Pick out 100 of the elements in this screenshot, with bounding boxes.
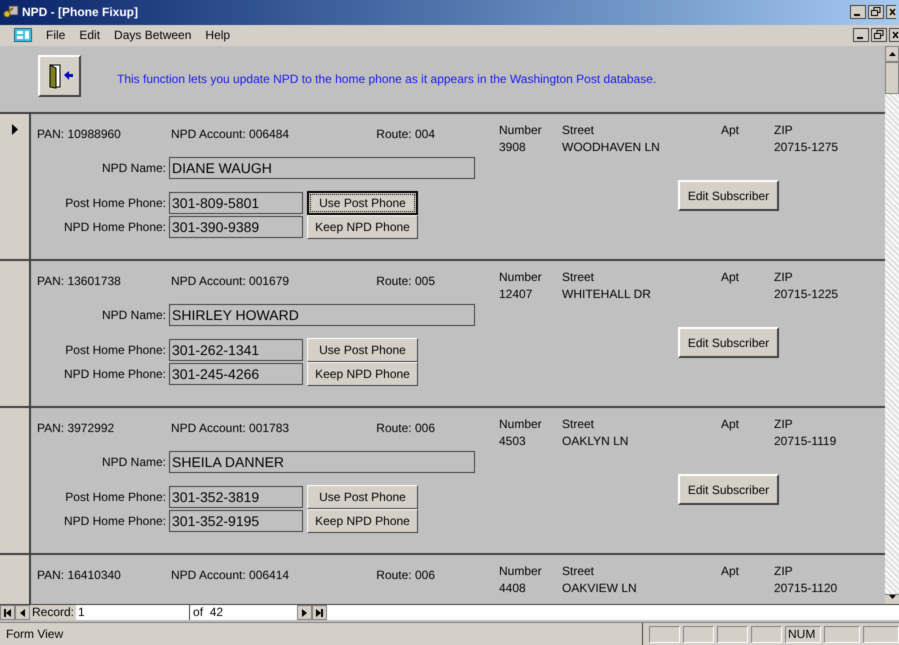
phone-action-button[interactable]: Keep NPD Phone (307, 215, 418, 239)
phone-field[interactable]: 301-390-9389 (169, 216, 303, 238)
pan-text: PAN: 13601738 (37, 273, 122, 290)
previous-record-icon (18, 608, 27, 616)
name-field[interactable]: SHIRLEY HOWARD (169, 304, 475, 326)
exit-button[interactable] (38, 55, 81, 97)
address-value: 4408 (499, 580, 527, 597)
account-text: NPD Account: 006484 (171, 126, 290, 143)
close-icon[interactable] (889, 28, 899, 42)
record-count: of 42 (192, 605, 224, 620)
route-text: Route: 004 (375, 126, 435, 143)
phone-field[interactable]: 301-352-3819 (169, 486, 303, 508)
scroll-up-icon[interactable] (888, 52, 896, 56)
description-text: This function lets you update NPD to the home phone as it appears in the Washington Post database. (117, 71, 656, 88)
account-text: NPD Account: 001783 (171, 420, 290, 437)
column-label: Street (562, 416, 596, 433)
field-label: NPD Home Phone: (62, 513, 167, 530)
column-label: ZIP (774, 122, 794, 139)
phone-action-button[interactable]: Keep NPD Phone (307, 362, 418, 386)
column-label: Apt (721, 416, 740, 433)
minimize-icon[interactable] (850, 5, 866, 20)
name-field[interactable]: DIANE WAUGH (169, 157, 475, 179)
field-label: NPD Home Phone: (62, 219, 167, 236)
status-panel (683, 626, 714, 642)
menu-item[interactable]: File (46, 26, 66, 44)
menu-item[interactable]: Help (205, 26, 230, 44)
phone-action-button[interactable]: Use Post Phone (307, 485, 418, 509)
address-value: WOODHAVEN LN (562, 139, 661, 156)
pan-text: PAN: 10988960 (37, 126, 122, 143)
route-text: Route: 006 (375, 420, 435, 437)
window-title: NPD - [Phone Fixup] (22, 4, 139, 22)
status-panel (649, 626, 680, 642)
address-value: 20715-1119 (774, 433, 838, 450)
restore-icon[interactable] (871, 28, 887, 42)
next-record-icon (300, 608, 310, 616)
last-record-button[interactable] (312, 605, 328, 620)
scroll-thumb[interactable] (885, 62, 899, 94)
address-value: OAKLYN LN (562, 433, 630, 450)
minimize-icon[interactable] (853, 28, 869, 42)
address-value: 12407 (499, 286, 534, 303)
menu-item[interactable]: Days Between (114, 26, 192, 44)
key-icon (3, 5, 19, 20)
address-value: 20715-1225 (774, 286, 840, 303)
edit-subscriber-button[interactable]: Edit Subscriber (678, 474, 779, 505)
phone-action-button[interactable]: Keep NPD Phone (307, 509, 418, 533)
record-number-field[interactable]: 1 (76, 605, 190, 620)
address-value: 20715-1120 (774, 580, 838, 597)
field-label: NPD Name: (100, 160, 167, 177)
address-value: 3908 (499, 139, 527, 156)
column-label: Number (499, 563, 543, 580)
form-icon[interactable] (14, 28, 32, 42)
column-label: Street (562, 269, 596, 286)
status-panel (824, 626, 860, 642)
field-label: NPD Name: (100, 454, 167, 471)
field-label: Post Home Phone: (64, 342, 167, 359)
next-record-button[interactable] (297, 605, 312, 620)
pan-text: PAN: 3972992 (37, 420, 116, 437)
previous-record-button[interactable] (15, 605, 30, 620)
edit-subscriber-button[interactable]: Edit Subscriber (678, 327, 779, 358)
phone-field[interactable]: 301-809-5801 (169, 192, 303, 214)
pan-text: PAN: 16410340 (37, 567, 122, 584)
menu-item[interactable]: Edit (79, 26, 100, 44)
restore-icon[interactable] (868, 5, 884, 20)
phone-field[interactable]: 301-245-4266 (169, 362, 303, 384)
phone-field[interactable]: 301-352-9195 (169, 510, 303, 532)
field-label: Post Home Phone: (64, 489, 167, 506)
scrollbar[interactable] (885, 46, 899, 604)
column-label: Number (499, 269, 543, 286)
column-label: Apt (721, 122, 740, 139)
record-selector[interactable] (0, 261, 31, 406)
status-text: Form View (0, 623, 643, 645)
close-icon[interactable] (886, 5, 896, 20)
phone-field[interactable]: 301-262-1341 (169, 339, 303, 361)
column-label: ZIP (774, 269, 794, 286)
name-field[interactable]: SHEILA DANNER (169, 451, 475, 473)
record-label: Record: (30, 605, 76, 620)
column-label: Street (562, 563, 596, 580)
first-record-icon (3, 608, 12, 616)
phone-action-button[interactable]: Use Post Phone (307, 338, 418, 362)
column-label: ZIP (774, 563, 794, 580)
record-selector[interactable] (0, 408, 31, 553)
column-label: Apt (721, 269, 740, 286)
route-text: Route: 006 (375, 567, 435, 584)
first-record-button[interactable] (0, 605, 15, 620)
phone-action-button[interactable]: Use Post Phone (307, 191, 418, 215)
status-panel (717, 626, 748, 642)
column-label: ZIP (774, 416, 794, 433)
column-label: Number (499, 122, 543, 139)
field-label: NPD Name: (100, 307, 167, 324)
field-label: NPD Home Phone: (62, 366, 167, 383)
status-indicator: NUM (785, 626, 821, 642)
column-label: Apt (721, 563, 740, 580)
column-label: Number (499, 416, 543, 433)
address-value: OAKVIEW LN (562, 580, 638, 597)
last-record-icon (315, 608, 324, 616)
edit-subscriber-button[interactable]: Edit Subscriber (678, 180, 779, 211)
record-selector[interactable] (0, 114, 31, 259)
route-text: Route: 005 (375, 273, 435, 290)
address-value: 4503 (499, 433, 527, 450)
field-label: Post Home Phone: (64, 195, 167, 212)
